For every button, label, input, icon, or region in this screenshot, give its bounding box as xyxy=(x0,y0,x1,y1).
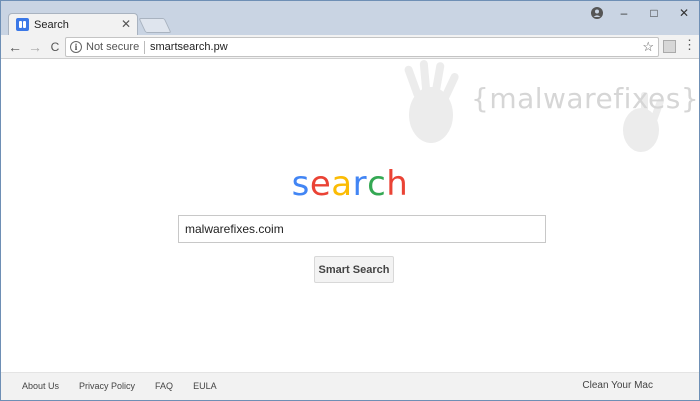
extension-icon[interactable] xyxy=(663,40,676,53)
bookmark-star-icon[interactable]: ☆ xyxy=(642,39,654,55)
url-divider xyxy=(144,41,145,54)
logo-letter: s xyxy=(291,164,310,204)
smart-search-button[interactable]: Smart Search xyxy=(314,256,394,283)
watermark-text: {malwarefixes} xyxy=(471,82,700,115)
maximize-button[interactable]: □ xyxy=(639,1,669,25)
menu-icon[interactable]: ⋮ xyxy=(683,38,696,52)
profile-icon[interactable] xyxy=(591,7,603,19)
new-tab-button[interactable] xyxy=(138,18,172,33)
logo-letter: e xyxy=(309,164,332,204)
browser-window: Search ✕ – □ ✕ ← → C i Not secure smarts… xyxy=(0,0,700,401)
handprint-icon xyxy=(404,60,664,152)
footer-link-clean-mac[interactable]: Clean Your Mac xyxy=(582,380,653,391)
logo-letter: r xyxy=(352,164,368,204)
tab-title: Search xyxy=(34,19,69,31)
tab-close-icon[interactable]: ✕ xyxy=(121,17,131,31)
footer-link-about[interactable]: About Us xyxy=(22,381,59,391)
window-close-button[interactable]: ✕ xyxy=(669,1,699,25)
address-bar[interactable]: i Not secure smartsearch.pw ☆ xyxy=(65,37,659,57)
window-controls: – □ ✕ xyxy=(591,1,699,25)
info-icon[interactable]: i xyxy=(70,41,82,53)
back-button[interactable]: ← xyxy=(5,37,25,57)
tab-search[interactable]: Search ✕ xyxy=(8,13,138,36)
minimize-button[interactable]: – xyxy=(609,1,639,25)
search-logo: search xyxy=(1,164,699,204)
browser-toolbar: ← → C i Not secure smartsearch.pw ☆ ⋮ xyxy=(1,35,699,59)
reload-button[interactable]: C xyxy=(45,37,65,57)
logo-letter: a xyxy=(331,164,353,204)
logo-letter: h xyxy=(386,164,409,204)
footer-links: About Us Privacy Policy FAQ EULA xyxy=(22,381,217,391)
footer-link-faq[interactable]: FAQ xyxy=(155,381,173,391)
watermark: {malwarefixes} xyxy=(391,60,699,170)
tab-strip: Search ✕ – □ ✕ xyxy=(1,1,699,36)
search-input[interactable] xyxy=(178,215,546,243)
footer-link-eula[interactable]: EULA xyxy=(193,381,217,391)
footer: About Us Privacy Policy FAQ EULA Clean Y… xyxy=(1,372,699,400)
footer-link-privacy[interactable]: Privacy Policy xyxy=(79,381,135,391)
security-label: Not secure xyxy=(86,41,140,53)
logo-letter: c xyxy=(367,164,387,204)
page-content: {malwarefixes} search Smart Search About… xyxy=(1,60,699,400)
forward-button[interactable]: → xyxy=(25,37,45,57)
url-text[interactable]: smartsearch.pw xyxy=(150,41,228,53)
site-favicon-icon xyxy=(16,18,29,31)
